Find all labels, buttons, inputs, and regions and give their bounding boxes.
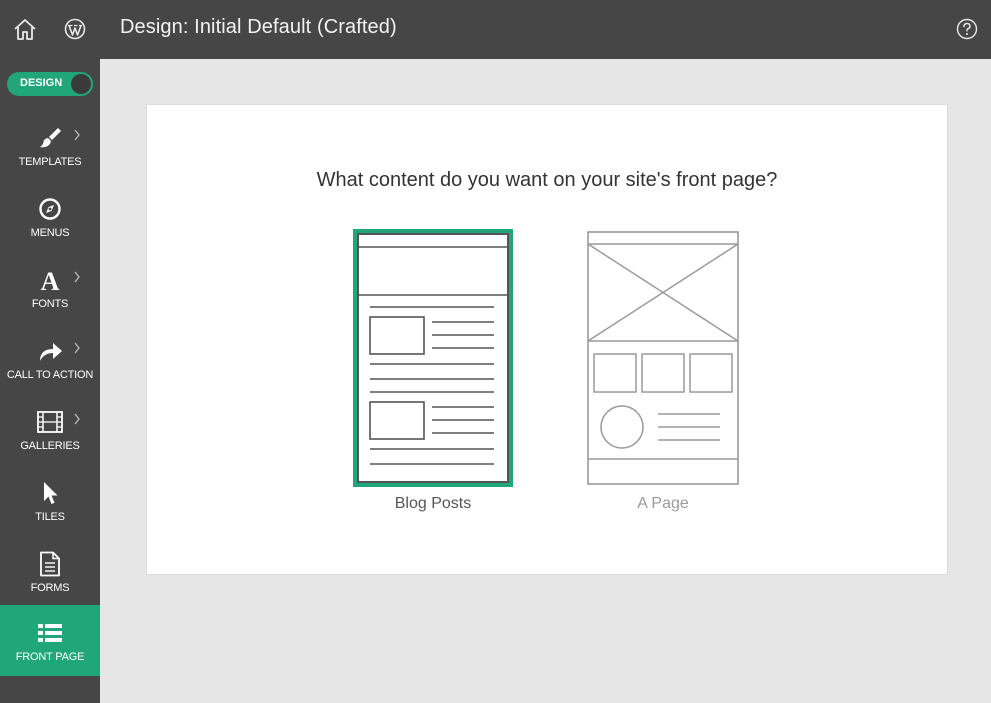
design-toggle-label: DESIGN <box>20 77 63 89</box>
sidebar-item-templates[interactable]: TEMPLATES <box>0 112 100 183</box>
chevron-right-icon <box>74 129 80 141</box>
chevron-right-icon <box>74 413 80 425</box>
sidebar-item-fonts[interactable]: A FONTS <box>0 254 100 325</box>
font-icon: A <box>41 267 60 293</box>
design-toggle[interactable]: DESIGN <box>7 72 93 96</box>
sidebar: DESIGN TEMPLATES MENUS A FONTS CALL TO A… <box>0 59 100 703</box>
sidebar-item-label: FONTS <box>31 298 69 310</box>
blog-posts-thumbnail[interactable] <box>353 229 513 487</box>
option-blog-posts[interactable]: Blog Posts <box>353 229 513 512</box>
sidebar-item-menus[interactable]: MENUS <box>0 183 100 254</box>
sidebar-item-label: TEMPLATES <box>18 156 82 168</box>
page-title: Design: Initial Default (Crafted) <box>120 16 397 38</box>
sidebar-item-label: FORMS <box>30 582 70 594</box>
sidebar-item-galleries[interactable]: GALLERIES <box>0 396 100 467</box>
chevron-right-icon <box>74 271 80 283</box>
cursor-icon <box>44 482 58 504</box>
top-bar: Design: Initial Default (Crafted) <box>0 0 991 59</box>
wordpress-icon[interactable] <box>64 18 86 40</box>
sidebar-item-label: CALL TO ACTION <box>6 369 94 381</box>
page-thumbnail[interactable] <box>587 231 739 485</box>
sidebar-item-call-to-action[interactable]: CALL TO ACTION <box>0 325 100 396</box>
film-icon <box>37 411 63 433</box>
option-a-page[interactable]: A Page <box>585 229 741 512</box>
chevron-right-icon <box>74 342 80 354</box>
svg-text:A: A <box>41 267 60 293</box>
sidebar-item-label: TILES <box>35 511 65 523</box>
blog-layout-wireframe <box>357 233 509 483</box>
sidebar-item-front-page[interactable]: FRONT PAGE <box>0 605 100 676</box>
option-label-blog-posts[interactable]: Blog Posts <box>353 495 513 513</box>
sidebar-item-label: GALLERIES <box>20 440 80 452</box>
toggle-knob <box>71 74 91 94</box>
help-icon[interactable] <box>956 18 978 40</box>
option-label-a-page[interactable]: A Page <box>585 495 741 513</box>
sidebar-item-label: FRONT PAGE <box>15 651 85 663</box>
paintbrush-icon <box>40 128 61 148</box>
page-layout-wireframe <box>587 231 739 485</box>
list-icon <box>38 624 62 642</box>
compass-icon <box>39 198 61 220</box>
sidebar-item-label: MENUS <box>30 227 70 239</box>
home-icon[interactable] <box>12 16 38 42</box>
sidebar-item-tiles[interactable]: TILES <box>0 467 100 538</box>
share-arrow-icon <box>40 343 62 361</box>
front-page-question: What content do you want on your site's … <box>316 169 778 191</box>
front-page-panel: What content do you want on your site's … <box>146 104 948 575</box>
sidebar-item-forms[interactable]: FORMS <box>0 538 100 609</box>
document-icon <box>40 551 60 577</box>
